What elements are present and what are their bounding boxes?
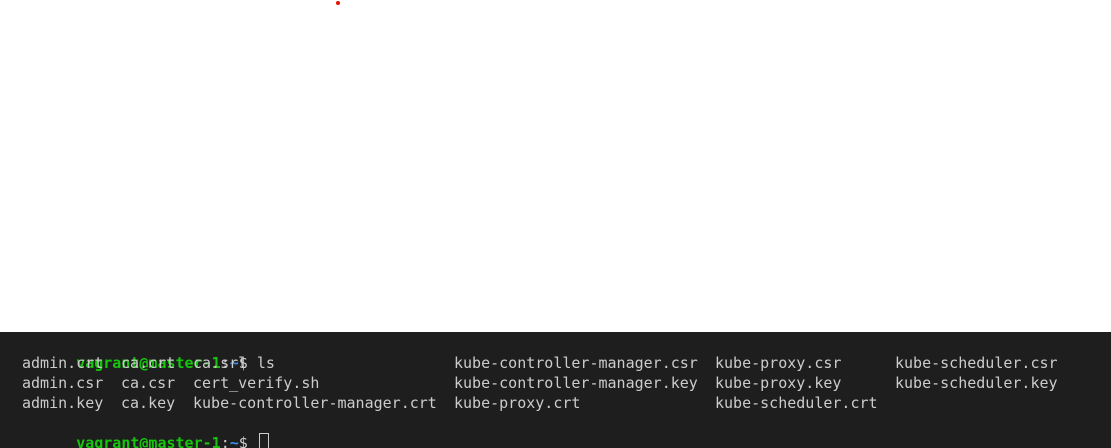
file-entry: ca.key bbox=[121, 394, 176, 412]
file-entry: kube-controller-manager.key bbox=[454, 374, 698, 392]
file-entry: admin.crt bbox=[22, 354, 104, 372]
file-entry: kube-scheduler.crt bbox=[715, 394, 878, 412]
output-row: admin.csr ca.csr cert_verify.sh kube-con… bbox=[22, 373, 1111, 393]
file-entry: admin.csr bbox=[22, 374, 104, 392]
file-entry: kube-controller-manager.crt bbox=[193, 394, 437, 412]
prompt-line: vagrant@master-1:~$ bbox=[22, 413, 1111, 448]
prompt-path: ~ bbox=[229, 434, 239, 448]
file-entry: admin.key bbox=[22, 394, 104, 412]
file-entry: cert_verify.sh bbox=[193, 374, 320, 392]
file-entry: kube-proxy.csr bbox=[715, 354, 842, 372]
marker-dot bbox=[336, 1, 340, 5]
prompt-separator: : bbox=[220, 434, 230, 448]
prompt-symbol: $ bbox=[238, 434, 257, 448]
file-entry: kube-proxy.key bbox=[715, 374, 842, 392]
page: vagrant@master-1:~$ ls admin.crt ca.crt … bbox=[0, 0, 1111, 448]
prompt-line: vagrant@master-1:~$ ls bbox=[22, 333, 1111, 372]
prompt-user: vagrant@master-1 bbox=[76, 434, 221, 448]
file-entry: ca.crt bbox=[121, 354, 176, 372]
output-row: admin.key ca.key kube-controller-manager… bbox=[22, 393, 1111, 413]
file-entry: ca.csr bbox=[121, 374, 176, 392]
output-row: admin.crt ca.crt ca.srl kube-controller-… bbox=[22, 353, 1111, 373]
file-entry: kube-scheduler.key bbox=[895, 374, 1058, 392]
file-entry: kube-scheduler.csr bbox=[895, 354, 1058, 372]
file-entry: kube-proxy.crt bbox=[454, 394, 581, 412]
terminal-panel[interactable]: vagrant@master-1:~$ ls admin.crt ca.crt … bbox=[0, 332, 1111, 448]
file-entry: ca.srl bbox=[193, 354, 248, 372]
file-entry: kube-controller-manager.csr bbox=[454, 354, 698, 372]
terminal-cursor[interactable] bbox=[258, 433, 269, 448]
